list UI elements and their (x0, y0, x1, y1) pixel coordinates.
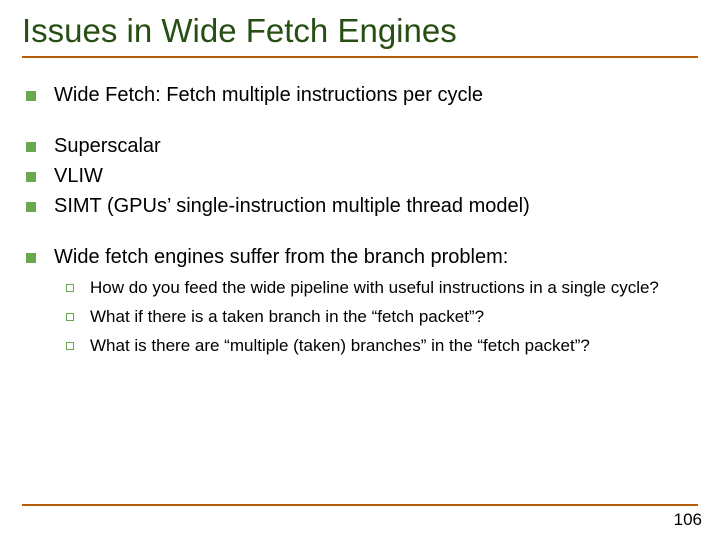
square-bullet-icon (26, 91, 36, 101)
sub-bullet-text: What if there is a taken branch in the “… (90, 306, 698, 329)
bullet-group-1: Wide Fetch: Fetch multiple instructions … (22, 82, 698, 109)
sub-bullet-text: What is there are “multiple (taken) bran… (90, 335, 698, 358)
sub-bullet-text: How do you feed the wide pipeline with u… (90, 277, 698, 300)
bullet-item: Wide Fetch: Fetch multiple instructions … (22, 82, 698, 109)
square-bullet-icon (26, 142, 36, 152)
bullet-text: Superscalar (54, 133, 698, 160)
footer-divider (22, 504, 698, 506)
bullet-group-2: Superscalar VLIW SIMT (GPUs’ single-inst… (22, 133, 698, 220)
sub-bullet-item: How do you feed the wide pipeline with u… (62, 277, 698, 300)
sub-bullet-list: How do you feed the wide pipeline with u… (62, 277, 698, 358)
bullet-group-3: Wide fetch engines suffer from the branc… (22, 244, 698, 358)
bullet-text: SIMT (GPUs’ single-instruction multiple … (54, 193, 698, 220)
hollow-square-bullet-icon (66, 313, 74, 321)
hollow-square-bullet-icon (66, 342, 74, 350)
bullet-text: Wide Fetch: Fetch multiple instructions … (54, 82, 698, 109)
square-bullet-icon (26, 202, 36, 212)
slide-title: Issues in Wide Fetch Engines (22, 12, 698, 50)
slide-content: Wide Fetch: Fetch multiple instructions … (22, 82, 698, 358)
bullet-item: VLIW (22, 163, 698, 190)
sub-bullet-item: What is there are “multiple (taken) bran… (62, 335, 698, 358)
bullet-item: Superscalar (22, 133, 698, 160)
square-bullet-icon (26, 253, 36, 263)
title-divider (22, 56, 698, 58)
bullet-item: Wide fetch engines suffer from the branc… (22, 244, 698, 271)
square-bullet-icon (26, 172, 36, 182)
sub-bullet-item: What if there is a taken branch in the “… (62, 306, 698, 329)
bullet-text: VLIW (54, 163, 698, 190)
page-number: 106 (674, 510, 702, 530)
hollow-square-bullet-icon (66, 284, 74, 292)
bullet-text: Wide fetch engines suffer from the branc… (54, 244, 698, 271)
bullet-item: SIMT (GPUs’ single-instruction multiple … (22, 193, 698, 220)
